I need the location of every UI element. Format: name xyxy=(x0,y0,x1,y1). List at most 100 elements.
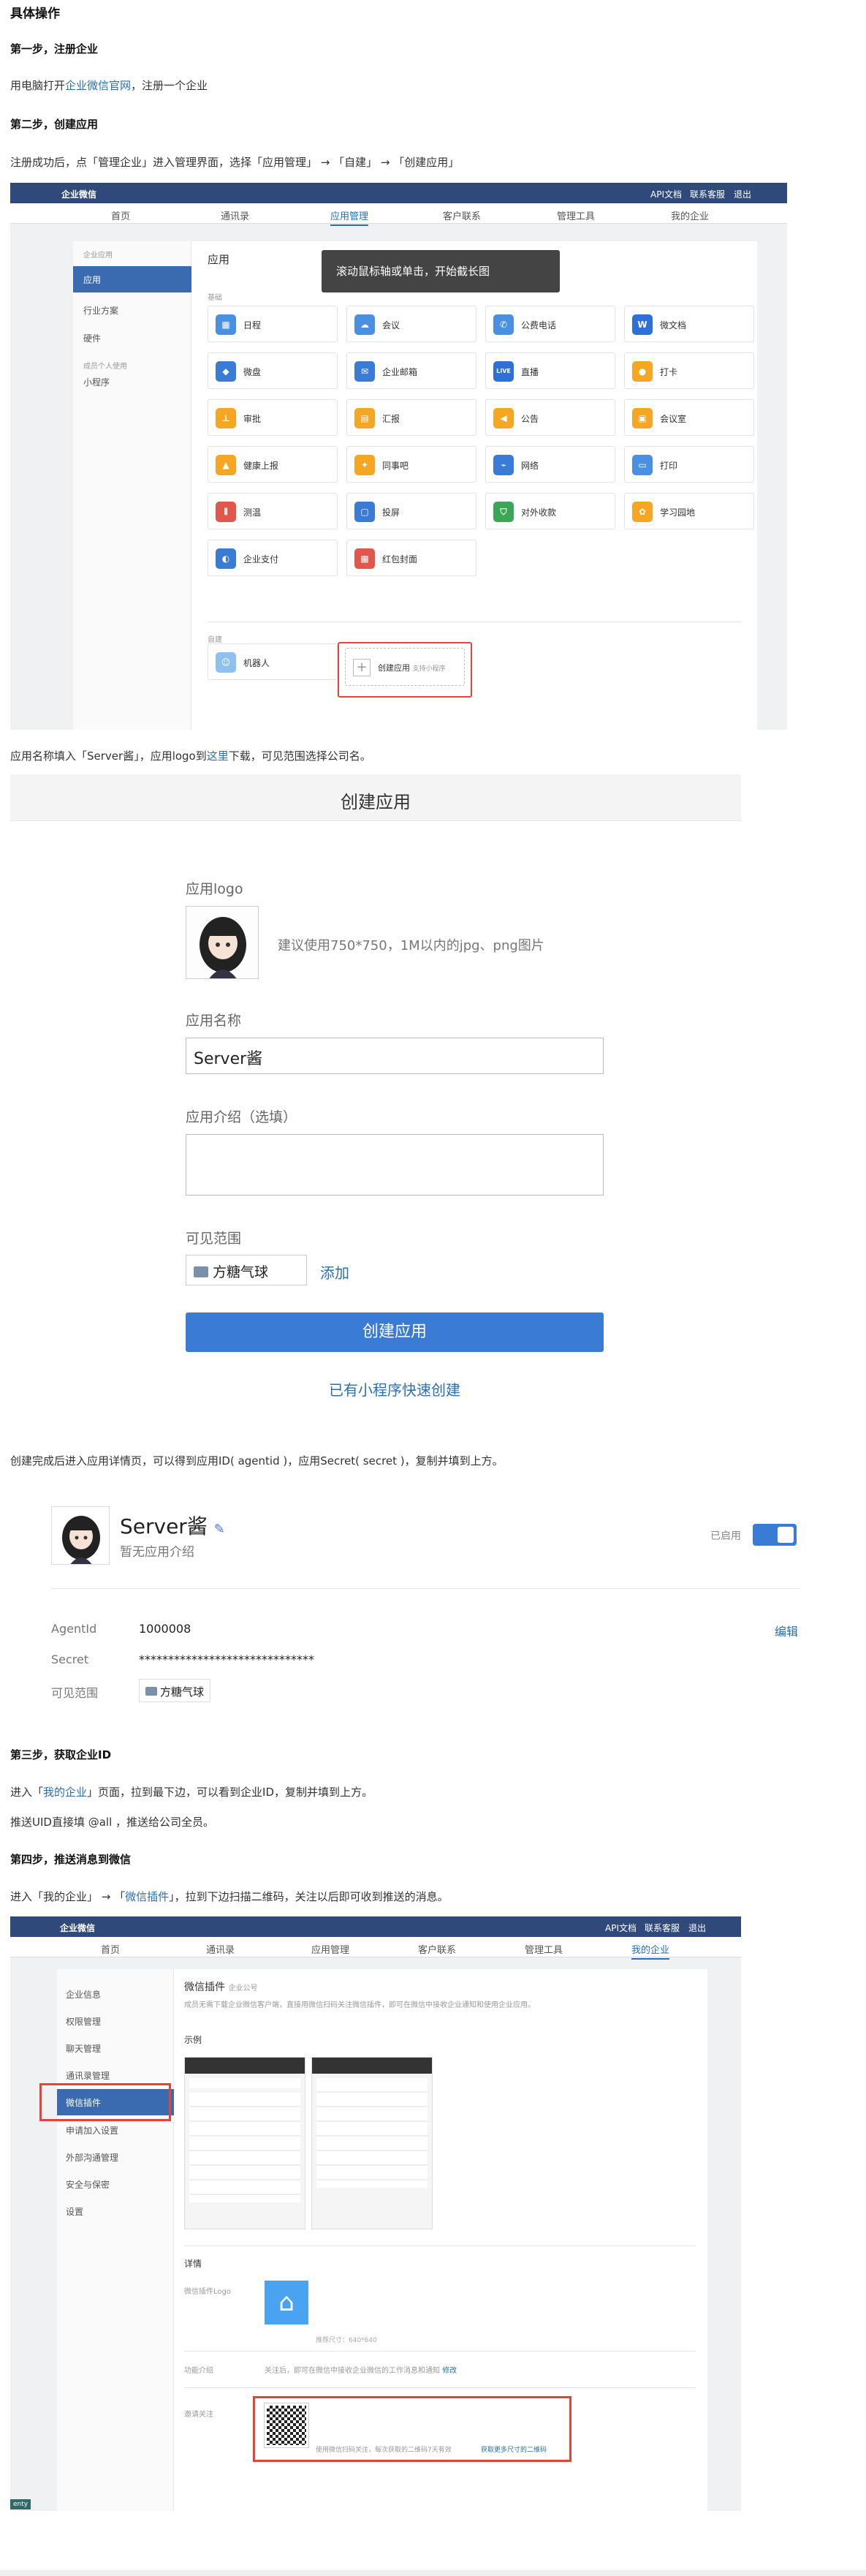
sidebar-item-miniprogram[interactable]: 小程序 xyxy=(83,376,110,388)
payment-icon: ⛉ xyxy=(493,502,514,522)
screenshot-app-detail: Server酱 ✎ 暂无应用介绍 已启用 AgentId 1000008 编辑 … xyxy=(10,1484,799,1718)
app-card-label: 同事吧 xyxy=(382,461,409,471)
app-card-payment[interactable]: ⛉ 对外收款 xyxy=(485,493,615,529)
app-card-report[interactable]: ▤ 汇报 xyxy=(346,399,476,436)
app-card-phone[interactable]: ✆ 公费电话 xyxy=(485,306,615,342)
app-card-print[interactable]: ▭ 打印 xyxy=(624,446,754,483)
app-card-label: 投屏 xyxy=(382,507,400,518)
miniprogram-create-link[interactable]: 已有小程序快速创建 xyxy=(186,1378,604,1400)
detail-scope-tag: 方糖气球 xyxy=(139,1679,211,1702)
section-self-label: 自建 xyxy=(208,636,222,644)
nav-home[interactable]: 首页 xyxy=(101,1942,120,1956)
app-card-network[interactable]: ⌁ 网络 xyxy=(485,446,615,483)
sidebar-item-contacts[interactable]: 通讯录管理 xyxy=(66,2069,110,2082)
topbar: 企业微信 API文档 联系客服 退出 xyxy=(10,1916,741,1937)
app-card-drive[interactable]: ◆ 微盘 xyxy=(208,352,338,389)
step3-heading: 第三步，获取企业ID xyxy=(10,1748,112,1761)
sidebar-item-chat[interactable]: 聊天管理 xyxy=(66,2042,101,2055)
app-card-projector[interactable]: ▢ 投屏 xyxy=(346,493,476,529)
qr-more-link[interactable]: 获取更多尺寸的二维码 xyxy=(481,2444,547,2454)
phone-icon: ✆ xyxy=(493,314,514,335)
nav-customers[interactable]: 客户联系 xyxy=(418,1942,456,1956)
app-card-enterprise-pay[interactable]: ◐ 企业支付 xyxy=(208,540,338,576)
example-label: 示例 xyxy=(184,2035,202,2045)
main-nav: 首页 通讯录 应用管理 客户联系 管理工具 我的企业 xyxy=(10,1937,741,1960)
sidebar-item-permissions[interactable]: 权限管理 xyxy=(66,2015,101,2028)
sidebar-group-personal: 成员个人使用 xyxy=(83,363,127,371)
app-card-label: 学习园地 xyxy=(660,507,696,518)
forum-icon: ✦ xyxy=(354,455,375,475)
app-logo-upload[interactable] xyxy=(186,906,259,979)
app-card-learning[interactable]: ✿ 学习园地 xyxy=(624,493,754,529)
add-scope-link[interactable]: 添加 xyxy=(320,1261,349,1283)
support-link[interactable]: 联系客服 xyxy=(690,188,725,200)
api-doc-link[interactable]: API文档 xyxy=(650,188,682,200)
sidebar-item-industry[interactable]: 行业方案 xyxy=(83,304,118,317)
app-card-forum[interactable]: ✦ 同事吧 xyxy=(346,446,476,483)
nav-home[interactable]: 首页 xyxy=(111,208,130,222)
wecom-official-link[interactable]: 企业微信官网 xyxy=(65,79,131,92)
company-sidebar: 企业信息 权限管理 聊天管理 通讯录管理 微信插件 申请加入设置 外部沟通管理 … xyxy=(57,1969,174,2511)
sidebar-item-security[interactable]: 安全与保密 xyxy=(66,2178,110,2191)
api-doc-link[interactable]: API文档 xyxy=(605,1922,637,1934)
app-card-mail[interactable]: ✉ 企业邮箱 xyxy=(346,352,476,389)
nav-contacts[interactable]: 通讯录 xyxy=(221,208,249,222)
page-title: 应用 xyxy=(208,253,230,266)
sidebar-item-settings[interactable]: 设置 xyxy=(66,2205,83,2218)
create-app-submit[interactable]: 创建应用 xyxy=(186,1312,604,1352)
screenshot-wechat-plugin: 企业微信 API文档 联系客服 退出 首页 通讯录 应用管理 客户联系 管理工具… xyxy=(10,1916,741,2511)
app-card-approval[interactable]: ⊥ 审批 xyxy=(208,399,338,436)
func-label: 功能介绍 xyxy=(184,2367,213,2375)
edit-name-icon[interactable]: ✎ xyxy=(214,1522,225,1537)
app-name-input[interactable]: Server酱 xyxy=(186,1038,604,1074)
app-intro-textarea[interactable] xyxy=(186,1134,604,1196)
app-card-temperature[interactable]: ⦀ 测温 xyxy=(208,493,338,529)
report-icon: ▤ xyxy=(354,408,375,428)
my-company-link[interactable]: 我的企业 xyxy=(43,1786,87,1799)
app-card-checkin[interactable]: ● 打卡 xyxy=(624,352,754,389)
nav-customers[interactable]: 客户联系 xyxy=(443,208,481,222)
nav-tools[interactable]: 管理工具 xyxy=(557,208,595,222)
avatar-image xyxy=(200,917,246,978)
example-phone-right xyxy=(311,2057,433,2229)
sidebar-item-apps[interactable]: 应用 xyxy=(73,266,191,292)
app-card-calendar[interactable]: ▦ 日程 xyxy=(208,306,338,342)
sidebar-group-label: 企业应用 xyxy=(83,252,113,260)
enable-toggle[interactable] xyxy=(753,1524,797,1546)
sidebar-item-join[interactable]: 申请加入设置 xyxy=(66,2124,118,2137)
sidebar-item-info[interactable]: 企业信息 xyxy=(66,1988,101,2001)
support-link[interactable]: 联系客服 xyxy=(645,1922,680,1934)
app-card-live[interactable]: LIVE 直播 xyxy=(485,352,615,389)
app-card-notice[interactable]: ◀ 公告 xyxy=(485,399,615,436)
nav-my-company[interactable]: 我的企业 xyxy=(631,1942,670,1960)
app-card-health[interactable]: ▲ 健康上报 xyxy=(208,446,338,483)
nav-my-company[interactable]: 我的企业 xyxy=(671,208,709,222)
app-card-meeting[interactable]: ☁ 会议 xyxy=(346,306,476,342)
sidebar-item-external[interactable]: 外部沟通管理 xyxy=(66,2151,118,2164)
logo-download-link[interactable]: 这里 xyxy=(207,749,229,763)
logout-link[interactable]: 退出 xyxy=(688,1922,706,1934)
app-card-redpacket[interactable]: ▩ 红包封面 xyxy=(346,540,476,576)
sidebar-item-hardware[interactable]: 硬件 xyxy=(83,332,101,344)
meeting-icon: ☁ xyxy=(354,314,375,335)
page-bottom-rule xyxy=(0,2570,866,2576)
robot-card[interactable]: ☺ 机器人 xyxy=(208,643,338,680)
nav-tools[interactable]: 管理工具 xyxy=(525,1942,563,1956)
room-icon: ▣ xyxy=(632,408,653,428)
enterprise-pay-icon: ◐ xyxy=(216,548,236,569)
nav-apps[interactable]: 应用管理 xyxy=(330,208,369,226)
app-card-room[interactable]: ▣ 会议室 xyxy=(624,399,754,436)
step3-text: 进入「我的企业」页面，拉到最下边，可以看到企业ID，复制并填到上方。 xyxy=(10,1786,373,1799)
nav-contacts[interactable]: 通讯录 xyxy=(206,1942,235,1956)
create-app-button[interactable]: + 创建应用 支持小程序 xyxy=(345,648,465,686)
logout-link[interactable]: 退出 xyxy=(734,188,751,200)
nav-apps[interactable]: 应用管理 xyxy=(311,1942,349,1956)
app-card-doc[interactable]: W 微文档 xyxy=(624,306,754,342)
plugin-logo-hint: 推荐尺寸：640*640 xyxy=(316,2337,377,2344)
agentid-value: 1000008 xyxy=(139,1622,191,1636)
calendar-icon: ▦ xyxy=(216,314,236,335)
func-edit-link[interactable]: 修改 xyxy=(442,2367,457,2375)
edit-link[interactable]: 编辑 xyxy=(775,1622,798,1639)
app-card-label: 会议室 xyxy=(660,414,687,424)
wechat-plugin-link[interactable]: 微信插件 xyxy=(125,1890,169,1903)
